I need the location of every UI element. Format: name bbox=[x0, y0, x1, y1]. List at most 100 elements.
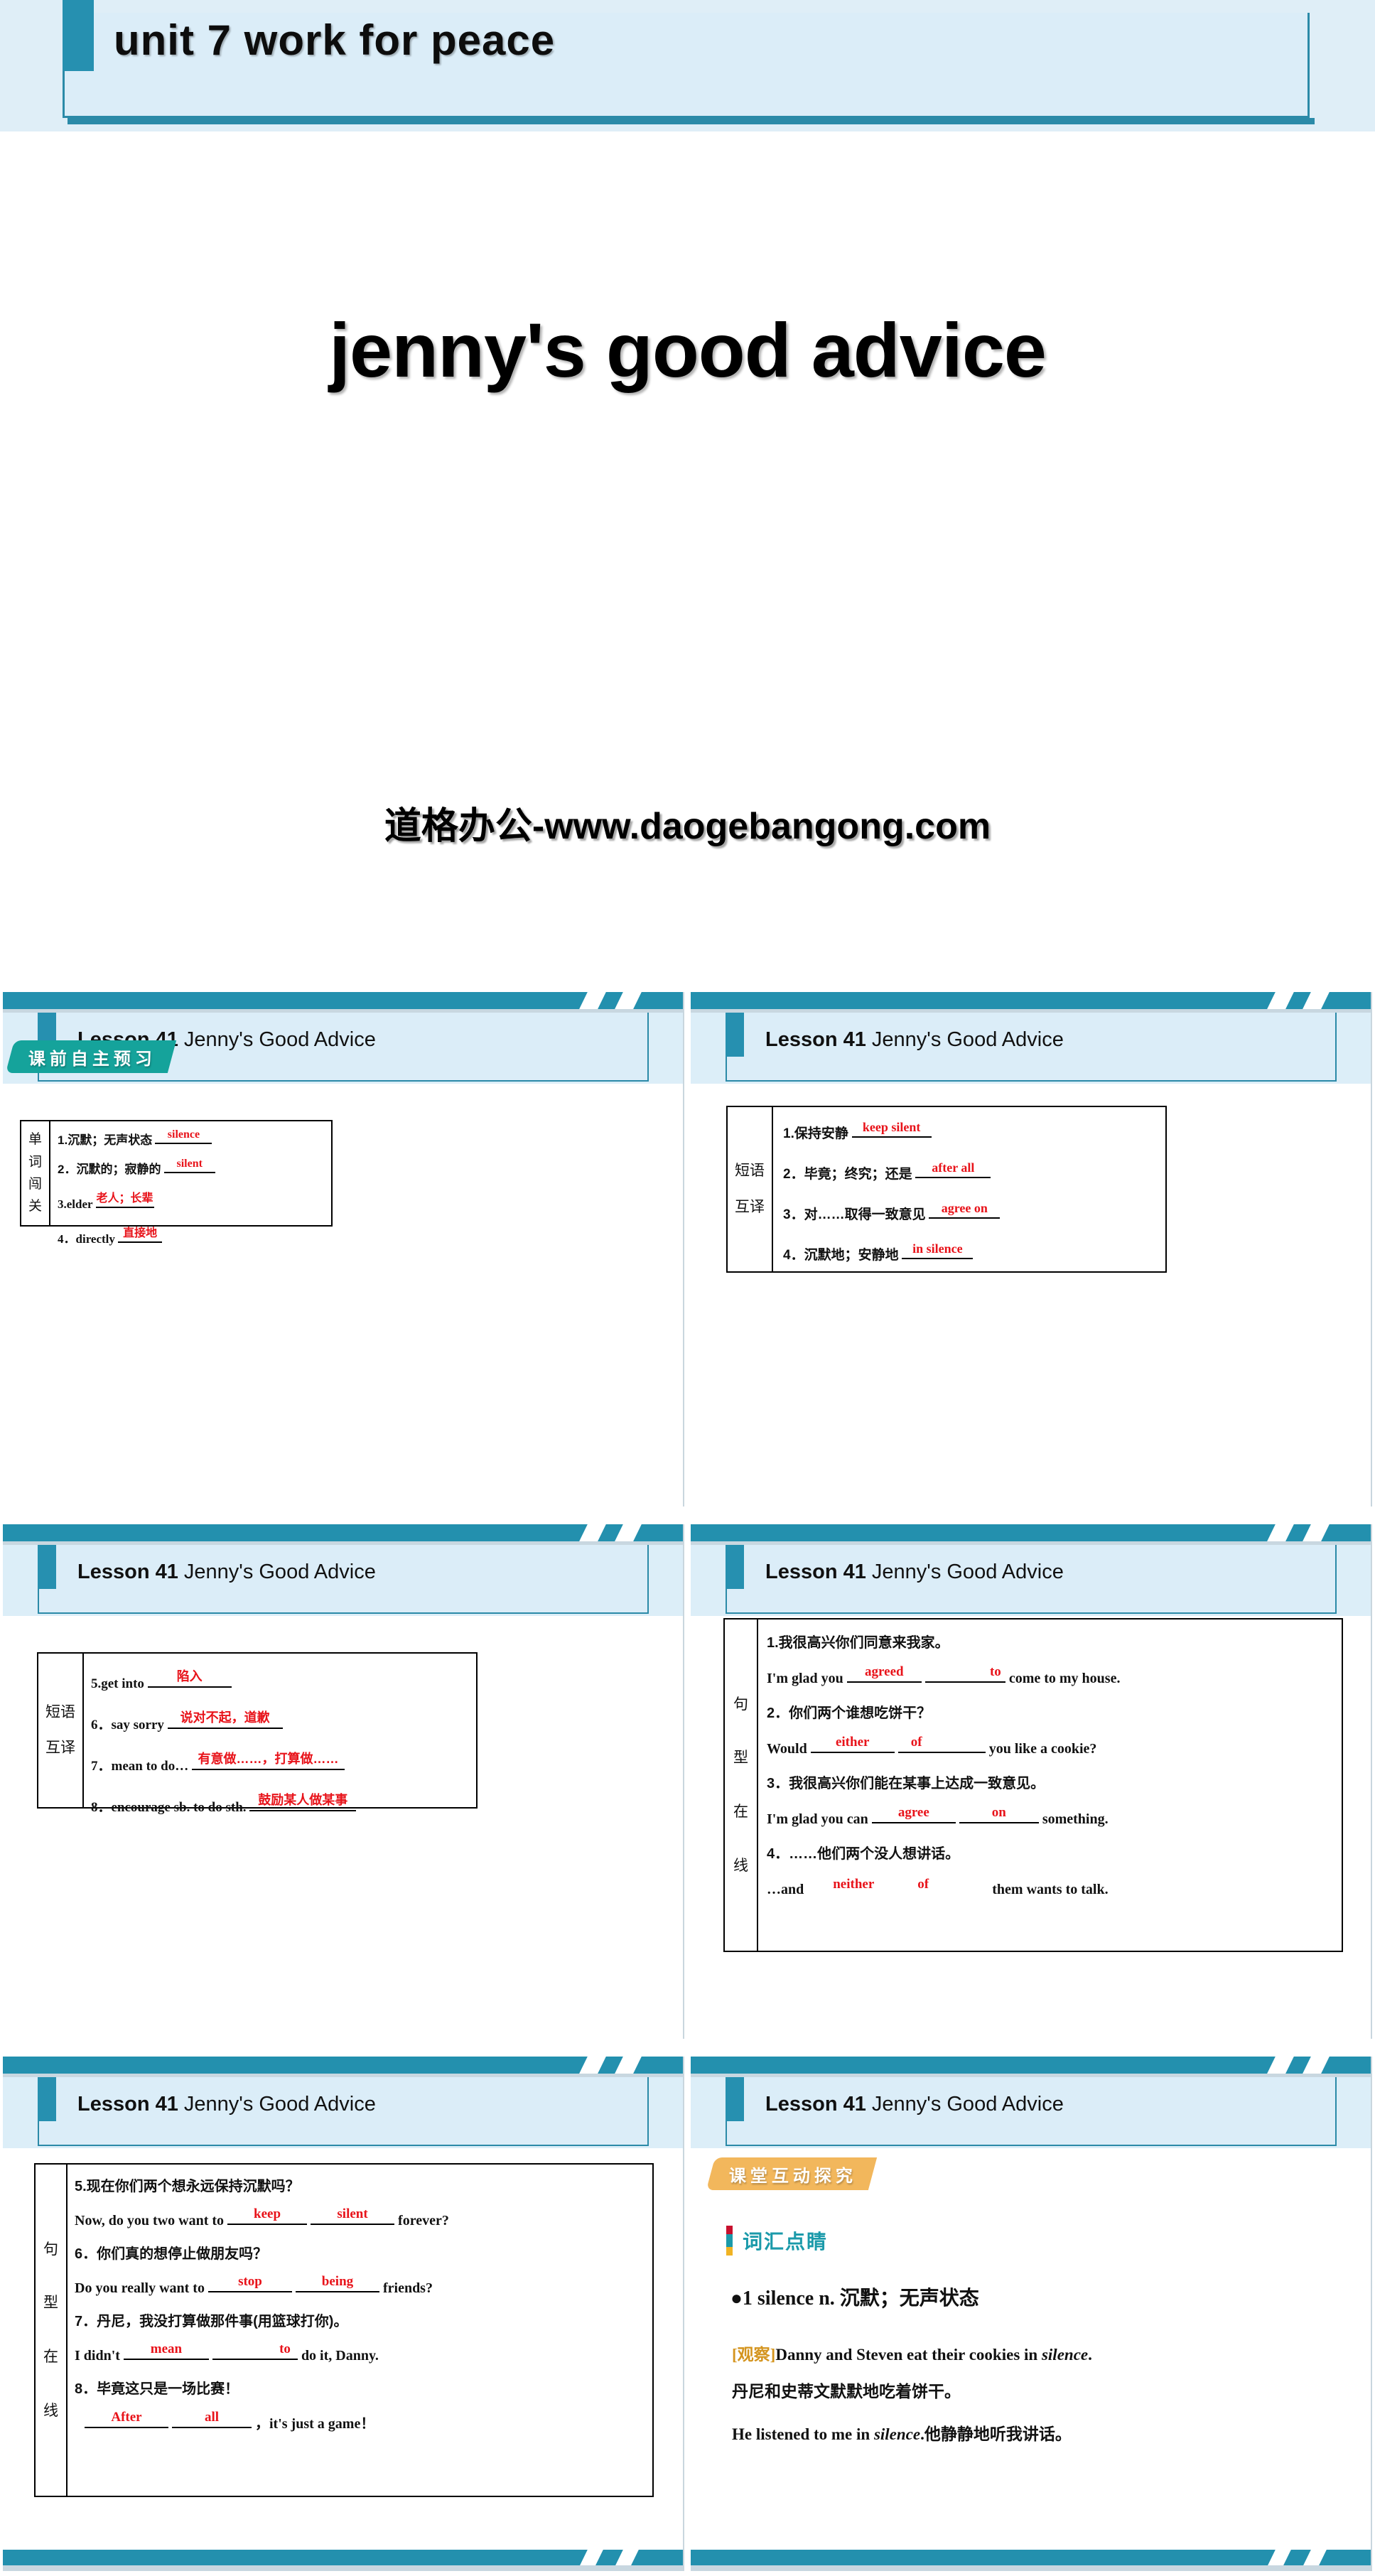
answer-blank: of bbox=[903, 1877, 988, 1894]
vocab-example-1: [观察]Danny and Steven eat their cookies i… bbox=[732, 2341, 1092, 2365]
table-row: 1.沉默；无声状态 silence bbox=[58, 1128, 324, 1148]
watermark-text: 道格办公-www.daogebangong.com bbox=[384, 806, 991, 847]
table-row: 4．directly 直接地 bbox=[58, 1227, 324, 1246]
row-prompt: 4．沉默地；安静地 bbox=[783, 1248, 899, 1263]
tricolor-bar-icon bbox=[726, 2226, 733, 2256]
row-prompt: 1.保持安静 bbox=[783, 1126, 848, 1141]
sentence-en: After all ，it's just a game！ bbox=[75, 2410, 645, 2432]
answer-blank: to bbox=[212, 2341, 298, 2360]
slide-thumbnail-2[interactable]: Lesson 41 Jenny's Good Advice 短语 互译 1.保持… bbox=[688, 979, 1375, 1511]
row-prompt: 5.get into bbox=[91, 1676, 144, 1691]
bottom-strip-underline bbox=[3, 2565, 683, 2571]
answer-text: agreed bbox=[865, 1664, 904, 1679]
vocab-example-3: He listened to me in silence.他静静地听我讲话。 bbox=[732, 2420, 1072, 2445]
sentence-post: something. bbox=[1042, 1811, 1109, 1827]
slide-thumbnail-3[interactable]: Lesson 41 Jenny's Good Advice 短语 互译 5.ge… bbox=[0, 1511, 687, 2044]
slide-header-accent-bar bbox=[726, 1545, 744, 1589]
lesson-number: Lesson 41 bbox=[765, 1028, 866, 1051]
answer-blank: keep silent bbox=[851, 1120, 932, 1138]
row-prompt: 6．say sorry bbox=[91, 1718, 164, 1732]
answer-text: 陷入 bbox=[176, 1669, 203, 1683]
answer-blank: neither bbox=[807, 1877, 900, 1894]
sentence-pre: I'm glad you bbox=[767, 1671, 843, 1686]
table-row: 6．say sorry 说对不起，道歉 bbox=[91, 1710, 469, 1733]
sentence-en: I'm glad you agreed to come to my house. bbox=[767, 1664, 1333, 1687]
answer-blank: to bbox=[924, 1664, 1005, 1683]
answer-text: mean bbox=[150, 2341, 183, 2356]
slide-grid: Lesson 41 Jenny's Good Advice 课前自主预习 单 词… bbox=[0, 979, 1375, 2576]
answer-blank: keep bbox=[227, 2206, 308, 2225]
bottom-decor-strip bbox=[691, 2550, 1371, 2565]
slide-4-content: Lesson 41 Jenny's Good Advice 句 型 在 线 1.… bbox=[691, 1524, 1372, 2039]
example-text-before: He listened to me in bbox=[732, 2425, 874, 2443]
table-row-label: 单 词 闯 关 bbox=[21, 1121, 51, 1225]
sentence-post: you like a cookie? bbox=[988, 1741, 1097, 1757]
row-prompt: 2．沉默的；寂静的 bbox=[58, 1163, 161, 1176]
top-decor-strip bbox=[691, 2057, 1371, 2074]
answer-text: of bbox=[917, 1877, 929, 1892]
slide-header-accent-bar bbox=[726, 2077, 744, 2121]
answer-text: neither bbox=[833, 1877, 875, 1892]
slide-1-content: Lesson 41 Jenny's Good Advice 课前自主预习 单 词… bbox=[3, 992, 684, 1507]
slide-header-title: Lesson 41 Jenny's Good Advice bbox=[77, 1561, 376, 1584]
table-body: 5.现在你们两个想永远保持沉默吗？ Now, do you two want t… bbox=[68, 2165, 652, 2496]
slide-thumbnail-4[interactable]: Lesson 41 Jenny's Good Advice 句 型 在 线 1.… bbox=[688, 1511, 1375, 2044]
slide-thumbnail-1[interactable]: Lesson 41 Jenny's Good Advice 课前自主预习 单 词… bbox=[0, 979, 687, 1511]
lesson-name: Jenny's Good Advice bbox=[178, 2093, 376, 2116]
top-decor-strip bbox=[691, 1524, 1371, 1541]
diagonal-slash-icon bbox=[1299, 992, 1332, 1009]
badge-label: 课前自主预习 bbox=[28, 1049, 156, 1069]
answer-text: on bbox=[991, 1805, 1006, 1820]
table-row: 7．mean to do… 有意做……，打算做…… bbox=[91, 1752, 469, 1774]
answer-text: agree on bbox=[941, 1201, 988, 1215]
answer-blank: in silence bbox=[902, 1241, 974, 1259]
slide-3-content: Lesson 41 Jenny's Good Advice 短语 互译 5.ge… bbox=[3, 1524, 684, 2039]
phrase-table-1: 短语 互译 1.保持安静 keep silent 2．毕竟；终究；还是 afte… bbox=[726, 1106, 1167, 1273]
table-row-label: 句 型 在 线 bbox=[725, 1620, 758, 1951]
table-body: 1.保持安静 keep silent 2．毕竟；终究；还是 after all … bbox=[773, 1107, 1165, 1271]
table-body: 1.沉默；无声状态 silence 2．沉默的；寂静的 silent 3.eld… bbox=[50, 1121, 331, 1246]
sentence-post: ，it's just a game！ bbox=[255, 2416, 375, 2432]
diagonal-slash-icon bbox=[611, 1524, 644, 1541]
vocab-heading: 词汇点睛 bbox=[726, 2226, 828, 2256]
row-prompt: 4．directly bbox=[58, 1232, 115, 1246]
answer-text: 有意做……，打算做…… bbox=[198, 1752, 339, 1766]
sentence-table-2: 句 型 在 线 5.现在你们两个想永远保持沉默吗？ Now, do you tw… bbox=[34, 2163, 654, 2497]
sentence-pre: …and bbox=[767, 1882, 804, 1897]
slide-5-content: Lesson 41 Jenny's Good Advice 句 型 在 线 5.… bbox=[3, 2057, 684, 2571]
label-char: 句 bbox=[43, 2241, 58, 2258]
diagonal-slash-icon bbox=[1263, 2550, 1293, 2565]
sentence-pre: I didn't bbox=[75, 2348, 120, 2364]
diagonal-slash-icon bbox=[1299, 1524, 1332, 1541]
sentence-post: them wants to talk. bbox=[992, 1882, 1109, 1897]
badge-body: 课堂互动探究 bbox=[706, 2157, 878, 2190]
answer-text: 直接地 bbox=[123, 1227, 158, 1239]
diagonal-slash-icon bbox=[576, 2550, 605, 2565]
answer-text: to bbox=[989, 1664, 1001, 1679]
answer-text: keep silent bbox=[862, 1120, 921, 1134]
sentence-post: come to my house. bbox=[1008, 1671, 1121, 1686]
table-row: 8．encourage sb. to do sth. 鼓励某人做某事 bbox=[91, 1793, 469, 1816]
badge-label: 课堂互动探究 bbox=[729, 2166, 857, 2186]
title-accent-bar bbox=[63, 0, 94, 71]
lesson-name: Jenny's Good Advice bbox=[178, 1028, 376, 1051]
table-row: 3.elder 老人；长辈 bbox=[58, 1192, 324, 1212]
lesson-name: Jenny's Good Advice bbox=[866, 2093, 1064, 2116]
sentence-cn: 7．丹尼，我没打算做那件事(用篮球打你)。 bbox=[75, 2314, 348, 2329]
phrase-table-2: 短语 互译 5.get into 陷入 6．say sorry 说对不起，道歉 … bbox=[37, 1652, 478, 1815]
sentence-en: Do you really want to stop being friends… bbox=[75, 2274, 645, 2297]
answer-text: 鼓励某人做某事 bbox=[258, 1793, 348, 1807]
label-char: 关 bbox=[28, 1199, 43, 1214]
answer-text: 说对不起，道歉 bbox=[180, 1710, 270, 1725]
answer-blank: silent bbox=[311, 2206, 395, 2225]
sentence-cn: 4．……他们两个没人想讲话。 bbox=[767, 1846, 960, 1862]
slide-thumbnail-6[interactable]: Lesson 41 Jenny's Good Advice 课堂互动探究 词汇点… bbox=[688, 2044, 1375, 2576]
slide-thumbnail-5[interactable]: Lesson 41 Jenny's Good Advice 句 型 在 线 5.… bbox=[0, 2044, 687, 2576]
lesson-name: Jenny's Good Advice bbox=[178, 1561, 376, 1583]
slide-header-title: Lesson 41 Jenny's Good Advice bbox=[77, 2093, 376, 2116]
answer-text: being bbox=[321, 2274, 354, 2289]
example-text-after: . bbox=[1088, 2346, 1092, 2364]
vocab-heading-text: 词汇点睛 bbox=[743, 2231, 829, 2253]
sentence-cn: 2．你们两个谁想吃饼干？ bbox=[767, 1705, 932, 1721]
vocab-example-2: 丹尼和史蒂文默默地吃着饼干。 bbox=[732, 2382, 961, 2400]
